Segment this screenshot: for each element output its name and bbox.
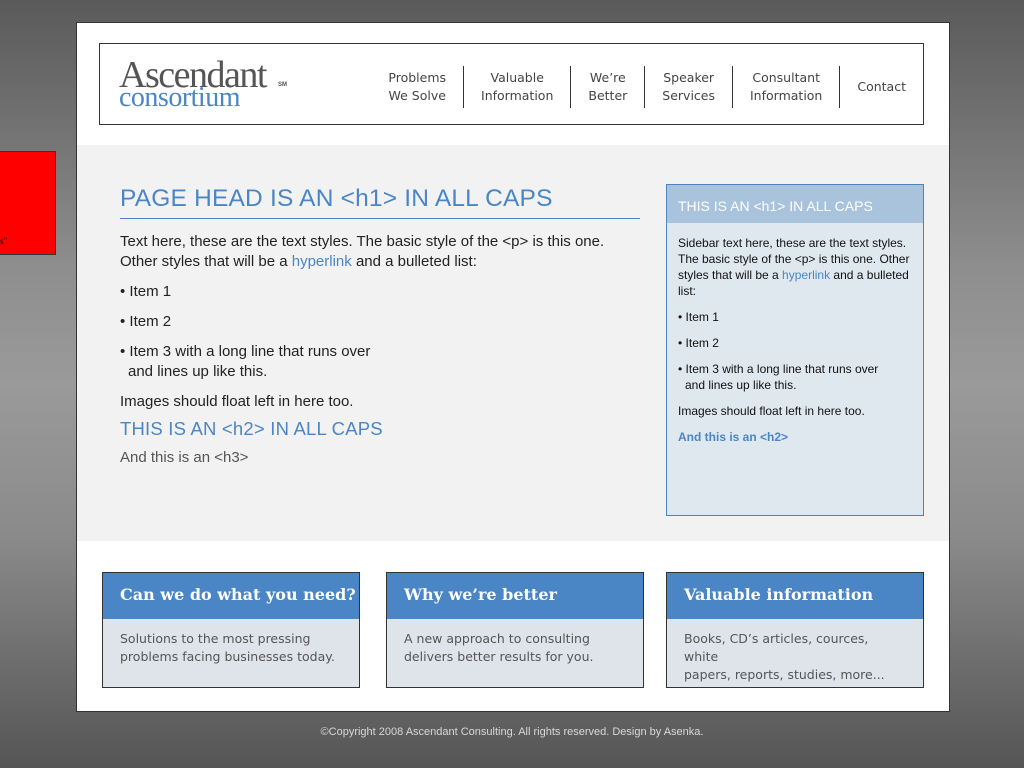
hyperlink[interactable]: hyperlink xyxy=(292,253,352,270)
sidebar-body: Sidebar text here, these are the text st… xyxy=(667,223,923,445)
images-note: Images should float left in here too. xyxy=(120,393,354,410)
nav-label: Valuable xyxy=(490,70,544,85)
list-item-text: • Item 3 with a long line that runs over xyxy=(120,343,371,360)
page-container: Ascendant SM consortium Problems We Solv… xyxy=(76,22,950,712)
subsection-heading: And this is an <h3> xyxy=(120,449,249,466)
main-nav: Problems We Solve Valuable Information W… xyxy=(371,66,923,108)
sidebar-paragraph: Sidebar text here, these are the text st… xyxy=(678,235,912,299)
nav-item-contact[interactable]: Contact xyxy=(839,66,923,108)
sidebar-list-item: • Item 2 xyxy=(678,336,719,350)
logo-service-mark: SM xyxy=(278,82,287,88)
sidebar-hyperlink[interactable]: hyperlink xyxy=(782,268,830,282)
content-area: PAGE HEAD IS AN <h1> IN ALL CAPS Text he… xyxy=(77,145,949,541)
nav-item-speaker-services[interactable]: Speaker Services xyxy=(644,66,732,108)
feature-box-what-we-do[interactable]: Can we do what you need? Solutions to th… xyxy=(102,572,360,688)
footer-copyright: ©Copyright 2008 Ascendant Consulting. Al… xyxy=(320,726,704,738)
feature-box-title: Why we’re better xyxy=(387,573,643,619)
list-item: • Item 3 with a long line that runs over… xyxy=(120,342,640,382)
sidebar-subheading: And this is an <h2> xyxy=(678,430,789,444)
sidebar-list-item-continuation: and lines up like this. xyxy=(685,378,797,392)
intro-paragraph: Text here, these are the text styles. Th… xyxy=(120,232,640,272)
feature-box-text: A new approach to consulting delivers be… xyxy=(387,619,643,666)
feature-box-title: Can we do what you need? xyxy=(103,573,359,619)
nav-label: Services xyxy=(662,88,715,103)
feature-box-title: Valuable information xyxy=(667,573,923,619)
sidebar-heading: THIS IS AN <h1> IN ALL CAPS xyxy=(667,185,923,223)
feature-box-line: problems facing businesses today. xyxy=(120,649,335,664)
nav-label: Speaker xyxy=(663,70,715,85)
feature-box-line: Books, CD’s articles, cources, white xyxy=(684,631,869,664)
header: Ascendant SM consortium Problems We Solv… xyxy=(99,43,924,125)
nav-item-valuable-information[interactable]: Valuable Information xyxy=(463,66,570,108)
nav-label: Consultant xyxy=(752,70,820,85)
intro-text-end: and a bulleted list: xyxy=(351,253,477,270)
nav-label: Better xyxy=(588,88,628,103)
logo[interactable]: Ascendant SM consortium xyxy=(119,56,287,112)
nav-label: Information xyxy=(481,88,554,103)
nav-label: Information xyxy=(750,88,823,103)
sidebar-list-item: • Item 1 xyxy=(678,310,719,324)
nav-label: Problems xyxy=(388,70,447,85)
nav-item-were-better[interactable]: We’re Better xyxy=(570,66,644,108)
list-item: • Item 1 xyxy=(120,283,172,300)
feature-box-line: papers, reports, studies, more... xyxy=(684,667,885,682)
sidebar-list-item: • Item 3 with a long line that runs over… xyxy=(678,361,912,393)
feature-box-line: A new approach to consulting xyxy=(404,631,590,646)
list-item: • Item 2 xyxy=(120,313,172,330)
nav-item-problems[interactable]: Problems We Solve xyxy=(371,66,463,108)
nav-label: Contact xyxy=(857,79,906,94)
sidebar-images-note: Images should float left in here too. xyxy=(678,404,865,418)
feature-box-text: Books, CD’s articles, cources, white pap… xyxy=(667,619,923,684)
feature-box-text: Solutions to the most pressing problems … xyxy=(103,619,359,666)
page-title: PAGE HEAD IS AN <h1> IN ALL CAPS xyxy=(120,185,640,219)
feature-box-line: delivers better results for you. xyxy=(404,649,594,664)
section-heading: THIS IS AN <h2> IN ALL CAPS xyxy=(120,418,383,439)
feature-box-line: Solutions to the most pressing xyxy=(120,631,311,646)
nav-label: We Solve xyxy=(388,88,446,103)
feature-box-why-better[interactable]: Why we’re better A new approach to consu… xyxy=(386,572,644,688)
red-placeholder-box: s" xyxy=(0,151,56,255)
feature-box-valuable-information[interactable]: Valuable information Books, CD’s article… xyxy=(666,572,924,688)
red-box-text: s" xyxy=(0,236,8,246)
main-column: PAGE HEAD IS AN <h1> IN ALL CAPS Text he… xyxy=(120,185,640,466)
nav-item-consultant-information[interactable]: Consultant Information xyxy=(732,66,839,108)
nav-label: We’re xyxy=(589,70,626,85)
list-item-continuation: and lines up like this. xyxy=(128,363,268,380)
sidebar-list-item-text: • Item 3 with a long line that runs over xyxy=(678,362,879,376)
sidebar: THIS IS AN <h1> IN ALL CAPS Sidebar text… xyxy=(666,184,924,516)
